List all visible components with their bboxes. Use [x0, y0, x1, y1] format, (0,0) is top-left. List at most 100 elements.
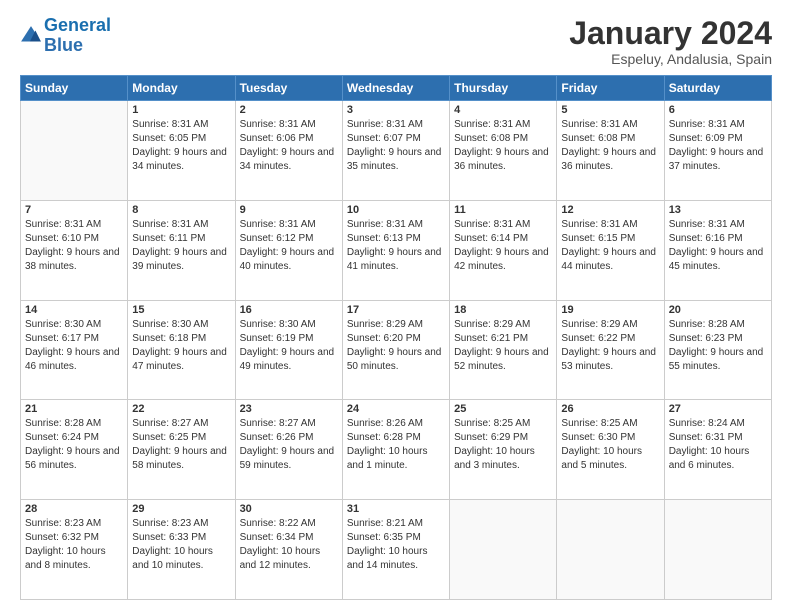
- sunrise-label: Sunrise: 8:23 AM: [132, 518, 208, 529]
- day-info: Sunrise: 8:31 AM Sunset: 6:06 PM Dayligh…: [240, 118, 338, 174]
- header-tuesday: Tuesday: [235, 76, 342, 101]
- table-row: [557, 500, 664, 600]
- table-row: 31 Sunrise: 8:21 AM Sunset: 6:35 PM Dayl…: [342, 500, 449, 600]
- day-info: Sunrise: 8:22 AM Sunset: 6:34 PM Dayligh…: [240, 517, 338, 573]
- day-number: 23: [240, 403, 338, 415]
- day-info: Sunrise: 8:23 AM Sunset: 6:33 PM Dayligh…: [132, 517, 230, 573]
- day-info: Sunrise: 8:29 AM Sunset: 6:20 PM Dayligh…: [347, 318, 445, 374]
- sunrise-label: Sunrise: 8:21 AM: [347, 518, 423, 529]
- day-number: 15: [132, 304, 230, 316]
- sunset-label: Sunset: 6:15 PM: [561, 233, 635, 244]
- table-row: 16 Sunrise: 8:30 AM Sunset: 6:19 PM Dayl…: [235, 300, 342, 400]
- table-row: 8 Sunrise: 8:31 AM Sunset: 6:11 PM Dayli…: [128, 200, 235, 300]
- daylight-label: Daylight: 9 hours and 36 minutes.: [561, 147, 656, 172]
- daylight-label: Daylight: 9 hours and 45 minutes.: [669, 247, 764, 272]
- header: General Blue January 2024 Espeluy, Andal…: [20, 16, 772, 67]
- sunset-label: Sunset: 6:21 PM: [454, 333, 528, 344]
- table-row: 28 Sunrise: 8:23 AM Sunset: 6:32 PM Dayl…: [21, 500, 128, 600]
- sunset-label: Sunset: 6:18 PM: [132, 333, 206, 344]
- sunset-label: Sunset: 6:08 PM: [561, 133, 635, 144]
- sunset-label: Sunset: 6:13 PM: [347, 233, 421, 244]
- sunrise-label: Sunrise: 8:25 AM: [454, 418, 530, 429]
- table-row: 10 Sunrise: 8:31 AM Sunset: 6:13 PM Dayl…: [342, 200, 449, 300]
- calendar-row-2: 14 Sunrise: 8:30 AM Sunset: 6:17 PM Dayl…: [21, 300, 772, 400]
- table-row: 26 Sunrise: 8:25 AM Sunset: 6:30 PM Dayl…: [557, 400, 664, 500]
- calendar-header-row: Sunday Monday Tuesday Wednesday Thursday…: [21, 76, 772, 101]
- day-info: Sunrise: 8:25 AM Sunset: 6:29 PM Dayligh…: [454, 417, 552, 473]
- sunrise-label: Sunrise: 8:30 AM: [240, 319, 316, 330]
- day-info: Sunrise: 8:28 AM Sunset: 6:24 PM Dayligh…: [25, 417, 123, 473]
- sunset-label: Sunset: 6:33 PM: [132, 532, 206, 543]
- table-row: 9 Sunrise: 8:31 AM Sunset: 6:12 PM Dayli…: [235, 200, 342, 300]
- daylight-label: Daylight: 9 hours and 40 minutes.: [240, 247, 335, 272]
- sunrise-label: Sunrise: 8:31 AM: [561, 219, 637, 230]
- day-info: Sunrise: 8:29 AM Sunset: 6:22 PM Dayligh…: [561, 318, 659, 374]
- day-number: 5: [561, 104, 659, 116]
- daylight-label: Daylight: 9 hours and 35 minutes.: [347, 147, 442, 172]
- table-row: 1 Sunrise: 8:31 AM Sunset: 6:05 PM Dayli…: [128, 101, 235, 201]
- sunrise-label: Sunrise: 8:29 AM: [561, 319, 637, 330]
- day-info: Sunrise: 8:31 AM Sunset: 6:15 PM Dayligh…: [561, 218, 659, 274]
- sunset-label: Sunset: 6:23 PM: [669, 333, 743, 344]
- day-number: 19: [561, 304, 659, 316]
- sunrise-label: Sunrise: 8:28 AM: [25, 418, 101, 429]
- day-number: 22: [132, 403, 230, 415]
- table-row: 2 Sunrise: 8:31 AM Sunset: 6:06 PM Dayli…: [235, 101, 342, 201]
- daylight-label: Daylight: 9 hours and 37 minutes.: [669, 147, 764, 172]
- table-row: 14 Sunrise: 8:30 AM Sunset: 6:17 PM Dayl…: [21, 300, 128, 400]
- table-row: [450, 500, 557, 600]
- daylight-label: Daylight: 10 hours and 10 minutes.: [132, 546, 213, 571]
- table-row: 7 Sunrise: 8:31 AM Sunset: 6:10 PM Dayli…: [21, 200, 128, 300]
- table-row: 24 Sunrise: 8:26 AM Sunset: 6:28 PM Dayl…: [342, 400, 449, 500]
- day-info: Sunrise: 8:31 AM Sunset: 6:12 PM Dayligh…: [240, 218, 338, 274]
- daylight-label: Daylight: 9 hours and 53 minutes.: [561, 347, 656, 372]
- header-saturday: Saturday: [664, 76, 771, 101]
- sunrise-label: Sunrise: 8:30 AM: [25, 319, 101, 330]
- table-row: 18 Sunrise: 8:29 AM Sunset: 6:21 PM Dayl…: [450, 300, 557, 400]
- table-row: 25 Sunrise: 8:25 AM Sunset: 6:29 PM Dayl…: [450, 400, 557, 500]
- daylight-label: Daylight: 9 hours and 39 minutes.: [132, 247, 227, 272]
- daylight-label: Daylight: 9 hours and 34 minutes.: [132, 147, 227, 172]
- day-number: 28: [25, 503, 123, 515]
- header-monday: Monday: [128, 76, 235, 101]
- daylight-label: Daylight: 9 hours and 38 minutes.: [25, 247, 120, 272]
- table-row: 5 Sunrise: 8:31 AM Sunset: 6:08 PM Dayli…: [557, 101, 664, 201]
- table-row: 4 Sunrise: 8:31 AM Sunset: 6:08 PM Dayli…: [450, 101, 557, 201]
- daylight-label: Daylight: 9 hours and 47 minutes.: [132, 347, 227, 372]
- table-row: 12 Sunrise: 8:31 AM Sunset: 6:15 PM Dayl…: [557, 200, 664, 300]
- calendar-row-0: 1 Sunrise: 8:31 AM Sunset: 6:05 PM Dayli…: [21, 101, 772, 201]
- day-number: 7: [25, 204, 123, 216]
- table-row: [21, 101, 128, 201]
- day-info: Sunrise: 8:31 AM Sunset: 6:14 PM Dayligh…: [454, 218, 552, 274]
- daylight-label: Daylight: 9 hours and 44 minutes.: [561, 247, 656, 272]
- table-row: 17 Sunrise: 8:29 AM Sunset: 6:20 PM Dayl…: [342, 300, 449, 400]
- day-info: Sunrise: 8:31 AM Sunset: 6:13 PM Dayligh…: [347, 218, 445, 274]
- table-row: 27 Sunrise: 8:24 AM Sunset: 6:31 PM Dayl…: [664, 400, 771, 500]
- day-number: 18: [454, 304, 552, 316]
- sunset-label: Sunset: 6:06 PM: [240, 133, 314, 144]
- day-number: 12: [561, 204, 659, 216]
- day-number: 3: [347, 104, 445, 116]
- table-row: 29 Sunrise: 8:23 AM Sunset: 6:33 PM Dayl…: [128, 500, 235, 600]
- day-info: Sunrise: 8:21 AM Sunset: 6:35 PM Dayligh…: [347, 517, 445, 573]
- table-row: 19 Sunrise: 8:29 AM Sunset: 6:22 PM Dayl…: [557, 300, 664, 400]
- day-info: Sunrise: 8:24 AM Sunset: 6:31 PM Dayligh…: [669, 417, 767, 473]
- table-row: 21 Sunrise: 8:28 AM Sunset: 6:24 PM Dayl…: [21, 400, 128, 500]
- day-number: 26: [561, 403, 659, 415]
- daylight-label: Daylight: 10 hours and 1 minute.: [347, 446, 428, 471]
- logo-icon: [20, 25, 42, 47]
- table-row: 20 Sunrise: 8:28 AM Sunset: 6:23 PM Dayl…: [664, 300, 771, 400]
- sunrise-label: Sunrise: 8:31 AM: [240, 119, 316, 130]
- sunrise-label: Sunrise: 8:22 AM: [240, 518, 316, 529]
- day-info: Sunrise: 8:30 AM Sunset: 6:17 PM Dayligh…: [25, 318, 123, 374]
- day-number: 27: [669, 403, 767, 415]
- table-row: 13 Sunrise: 8:31 AM Sunset: 6:16 PM Dayl…: [664, 200, 771, 300]
- header-thursday: Thursday: [450, 76, 557, 101]
- sunrise-label: Sunrise: 8:27 AM: [132, 418, 208, 429]
- sunrise-label: Sunrise: 8:31 AM: [240, 219, 316, 230]
- daylight-label: Daylight: 10 hours and 12 minutes.: [240, 546, 321, 571]
- sunrise-label: Sunrise: 8:27 AM: [240, 418, 316, 429]
- sunset-label: Sunset: 6:29 PM: [454, 432, 528, 443]
- sunset-label: Sunset: 6:19 PM: [240, 333, 314, 344]
- day-number: 11: [454, 204, 552, 216]
